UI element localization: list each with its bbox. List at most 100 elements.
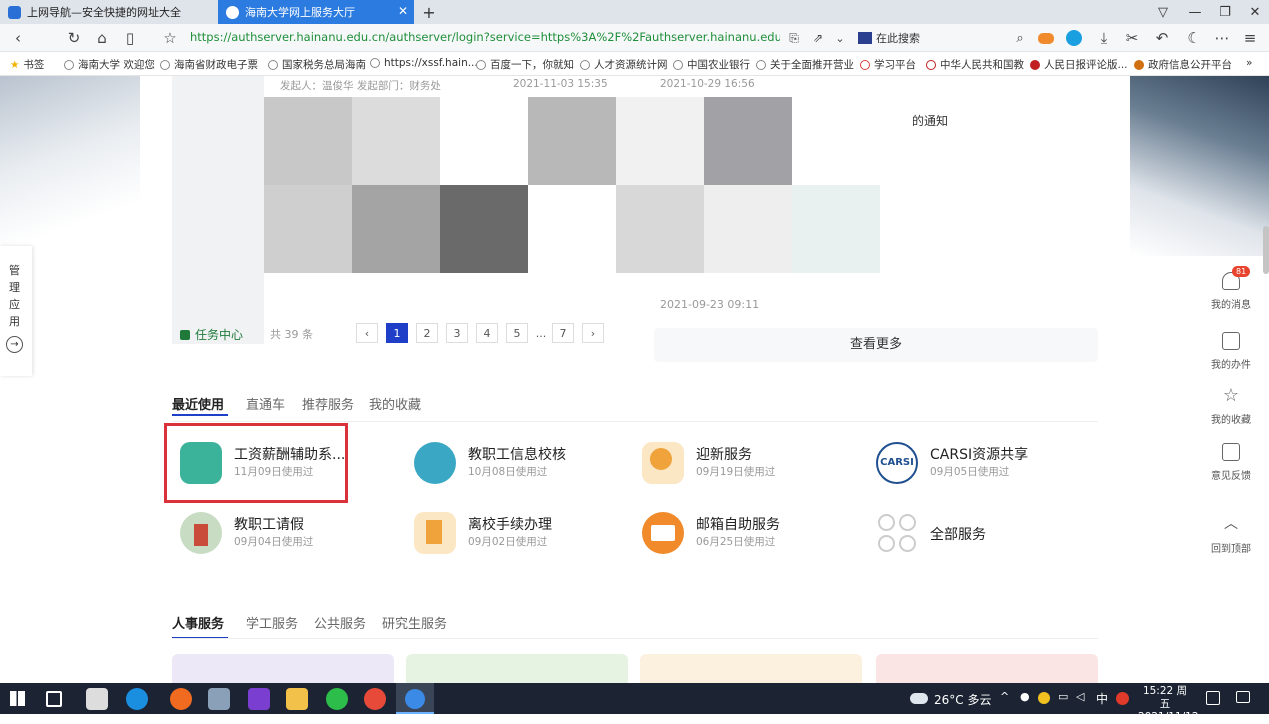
page-button[interactable]: 2 bbox=[416, 323, 438, 343]
app-icon[interactable] bbox=[208, 688, 230, 710]
app-icon[interactable] bbox=[86, 688, 108, 710]
page-button[interactable]: 4 bbox=[476, 323, 498, 343]
service-item[interactable]: 教职工信息校核 10月08日使用过 bbox=[414, 442, 634, 492]
sogou-ime-icon[interactable] bbox=[1116, 692, 1129, 705]
back-icon[interactable]: ‹ bbox=[8, 28, 28, 48]
wechat-icon[interactable] bbox=[326, 688, 348, 710]
service-item[interactable]: 全部服务 bbox=[876, 512, 1096, 562]
tab-hr[interactable]: 人事服务 bbox=[172, 613, 224, 632]
file-explorer-icon[interactable] bbox=[286, 688, 308, 710]
bookmark-item[interactable]: 海南省财政电子票 bbox=[160, 57, 258, 72]
prev-page-button[interactable]: ‹ bbox=[356, 323, 378, 343]
bookmark-item[interactable]: https://xssf.hain... bbox=[370, 57, 478, 69]
service-item[interactable]: 工资薪酬辅助系... 11月09日使用过 bbox=[180, 442, 400, 492]
back-to-top-button[interactable]: ︿ 回到顶部 bbox=[1200, 516, 1262, 555]
url-input[interactable]: https://authserver.hainanu.edu.cn/authse… bbox=[190, 30, 780, 44]
service-item[interactable]: 离校手续办理 09月02日使用过 bbox=[414, 512, 634, 562]
reload-icon[interactable]: ↻ bbox=[64, 28, 84, 48]
reader-icon[interactable]: ▯ bbox=[120, 28, 140, 48]
tab-public[interactable]: 公共服务 bbox=[314, 613, 366, 632]
tab-favorites[interactable]: 我的收藏 bbox=[369, 394, 421, 413]
search-icon[interactable]: ⌕ bbox=[1010, 28, 1030, 48]
close-window-button[interactable]: ✕ bbox=[1240, 0, 1269, 24]
volume-icon[interactable]: ◁ bbox=[1076, 690, 1084, 703]
bookmark-item[interactable]: 政府信息公开平台 bbox=[1134, 57, 1232, 72]
service-item[interactable]: CARSI CARSI资源共享 09月05日使用过 bbox=[876, 442, 1096, 492]
bookmark-item[interactable]: 百度一下，你就知 bbox=[476, 57, 574, 72]
game-icon[interactable] bbox=[1036, 28, 1056, 48]
chevron-up-icon[interactable]: ^ bbox=[1000, 690, 1009, 703]
network-icon[interactable]: ▭ bbox=[1058, 690, 1068, 703]
firefox-icon[interactable] bbox=[170, 688, 192, 710]
my-messages-button[interactable]: 81 我的消息 bbox=[1200, 266, 1262, 311]
notice-title[interactable]: 的通知 bbox=[912, 112, 948, 129]
service-card[interactable] bbox=[640, 654, 862, 683]
pin-icon[interactable]: ▽ bbox=[1148, 0, 1178, 24]
view-more-button[interactable]: 查看更多 bbox=[654, 328, 1098, 362]
notification-center-icon[interactable] bbox=[1206, 691, 1220, 705]
browser-tab[interactable]: 上网导航—安全快捷的网址大全 bbox=[0, 0, 218, 24]
scrollbar-thumb[interactable] bbox=[1263, 226, 1269, 274]
search-input[interactable]: 在此搜索 bbox=[858, 29, 1028, 47]
page-button[interactable]: 5 bbox=[506, 323, 528, 343]
paint-icon[interactable] bbox=[248, 688, 270, 710]
night-mode-icon[interactable]: ☾ bbox=[1184, 28, 1204, 48]
service-item[interactable]: 迎新服务 09月19日使用过 bbox=[642, 442, 862, 492]
favorite-star-icon[interactable]: ☆ bbox=[160, 28, 180, 48]
service-card[interactable] bbox=[172, 654, 394, 683]
page-button[interactable]: 1 bbox=[386, 323, 408, 343]
my-favorites-button[interactable]: ☆ 我的收藏 bbox=[1200, 387, 1262, 427]
bookmark-item[interactable]: 人民日报评论版... bbox=[1030, 57, 1128, 72]
manage-apps-panel[interactable]: 管理应用 → bbox=[0, 246, 32, 376]
more-icon[interactable]: ⋯ bbox=[1212, 28, 1232, 48]
chevron-down-icon[interactable]: ⌄ bbox=[830, 28, 850, 48]
bookmark-item[interactable]: 人才资源统计网 bbox=[580, 57, 668, 72]
feedback-button[interactable]: 意见反馈 bbox=[1200, 443, 1262, 482]
bookmark-item[interactable]: 中国农业银行 bbox=[673, 57, 750, 72]
home-icon[interactable]: ⌂ bbox=[92, 28, 112, 48]
open-external-icon[interactable]: ⇗ bbox=[808, 28, 828, 48]
close-tab-icon[interactable]: ✕ bbox=[398, 4, 408, 18]
service-item[interactable]: 邮箱自助服务 06月25日使用过 bbox=[642, 512, 862, 562]
tab-recent[interactable]: 最近使用 bbox=[172, 394, 224, 413]
minimize-button[interactable]: — bbox=[1180, 0, 1210, 24]
download-icon[interactable]: ⤓ bbox=[1094, 28, 1114, 48]
ie-browser-icon[interactable] bbox=[126, 688, 148, 710]
new-tab-button[interactable]: + bbox=[414, 0, 444, 24]
service-card[interactable] bbox=[876, 654, 1098, 683]
bookmark-item[interactable]: 关于全面推开营业 bbox=[756, 57, 854, 72]
task-view-icon[interactable] bbox=[46, 691, 62, 707]
weather-text[interactable]: 26°C 多云 bbox=[934, 691, 991, 708]
more-bookmarks-icon[interactable]: » bbox=[1246, 57, 1252, 69]
active-browser-taskbar-item[interactable] bbox=[396, 683, 434, 714]
bookmark-item[interactable]: 国家税务总局海南 bbox=[268, 57, 366, 72]
bookmark-item[interactable]: 海南大学 欢迎您 bbox=[64, 57, 155, 72]
tab-recommended[interactable]: 推荐服务 bbox=[302, 394, 354, 413]
arrow-right-icon[interactable]: → bbox=[6, 336, 23, 353]
infinity-icon[interactable] bbox=[1064, 28, 1084, 48]
clock[interactable]: 15:22 周五 2021/11/12 bbox=[1138, 685, 1199, 724]
task-center-link[interactable]: 任务中心 bbox=[180, 326, 243, 343]
page-button[interactable]: 7 bbox=[552, 323, 574, 343]
my-tasks-button[interactable]: 我的办件 bbox=[1200, 332, 1262, 371]
ime-indicator[interactable]: 中 bbox=[1096, 690, 1108, 707]
bookmark-item[interactable]: 学习平台 bbox=[860, 57, 916, 72]
tab-graduate[interactable]: 研究生服务 bbox=[382, 613, 447, 632]
scissors-icon[interactable]: ✂ bbox=[1122, 28, 1142, 48]
next-page-button[interactable]: › bbox=[582, 323, 604, 343]
undo-icon[interactable]: ↶ bbox=[1152, 28, 1172, 48]
service-card[interactable] bbox=[406, 654, 628, 683]
tab-direct[interactable]: 直通车 bbox=[246, 394, 285, 413]
action-center-icon[interactable] bbox=[1236, 691, 1250, 703]
bookmark-item[interactable]: 中华人民共和国教 bbox=[926, 57, 1024, 72]
tab-student-affairs[interactable]: 学工服务 bbox=[246, 613, 298, 632]
tray-app-icon[interactable] bbox=[1038, 692, 1050, 704]
maximize-button[interactable]: ❐ bbox=[1210, 0, 1240, 24]
menu-icon[interactable]: ≡ bbox=[1240, 28, 1260, 48]
start-icon[interactable] bbox=[10, 691, 25, 706]
page-button[interactable]: 3 bbox=[446, 323, 468, 343]
browser-tab-active[interactable]: 海南大学网上服务大厅 ✕ bbox=[218, 0, 414, 24]
service-item[interactable]: 教职工请假 09月04日使用过 bbox=[180, 512, 400, 562]
share-icon[interactable]: ⎘ bbox=[784, 28, 804, 48]
notification-bell-icon[interactable]: ● bbox=[1020, 690, 1030, 703]
